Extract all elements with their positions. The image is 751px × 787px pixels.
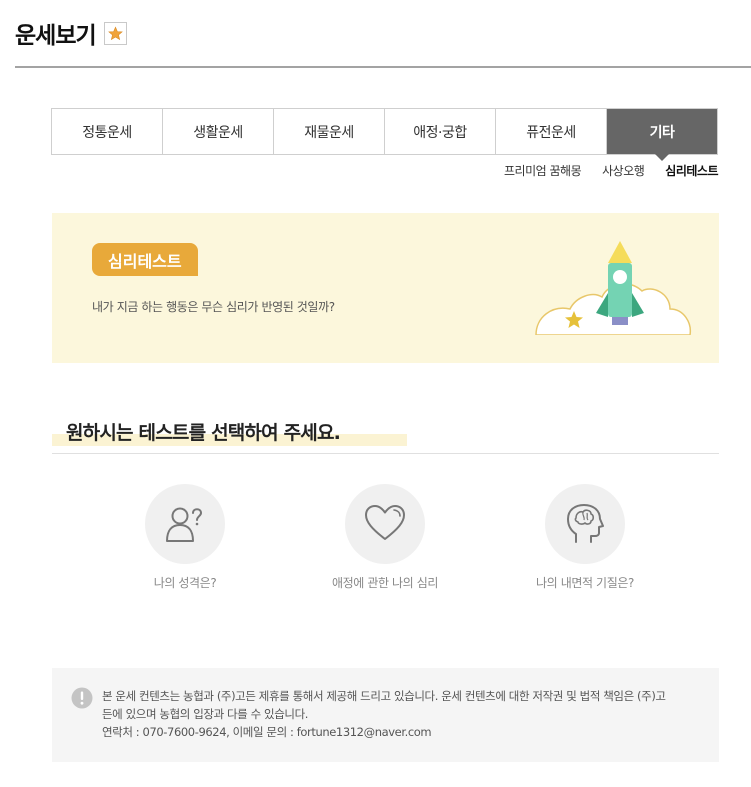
rocket-icon bbox=[534, 241, 694, 337]
test-list: 나의 성격은? 애정에 관한 나의 심리 나의 내면적 기질은? bbox=[52, 484, 719, 594]
test-icon-circle bbox=[145, 484, 225, 564]
tab-fusion[interactable]: 퓨전운세 bbox=[496, 109, 607, 154]
notice-line: 든에 있으며 농협의 입장과 다를 수 있습니다. bbox=[102, 707, 309, 721]
section-title: 원하시는 테스트를 선택하여 주세요. bbox=[66, 422, 341, 444]
section-heading: 원하시는 테스트를 선택하여 주세요. bbox=[52, 418, 407, 446]
section-divider bbox=[52, 453, 719, 454]
head-brain-icon bbox=[567, 504, 604, 543]
test-label: 나의 성격은? bbox=[153, 576, 217, 590]
person-question-icon bbox=[166, 507, 203, 542]
banner-badge: 심리테스트 bbox=[92, 243, 198, 276]
main-tabs: 정통운세 생활운세 재물운세 애정·궁합 퓨전운세 기타 bbox=[51, 108, 718, 161]
exclamation-icon bbox=[71, 687, 93, 709]
tab-wealth[interactable]: 재물운세 bbox=[274, 109, 385, 154]
sub-tabs: 프리미엄 꿈해몽 사상오행 심리테스트 bbox=[504, 162, 718, 179]
subtab-four-elements[interactable]: 사상오행 bbox=[602, 162, 645, 179]
header-divider bbox=[15, 66, 751, 68]
test-inner-nature[interactable]: 나의 내면적 기질은? bbox=[485, 484, 685, 591]
test-personality[interactable]: 나의 성격은? bbox=[85, 484, 285, 591]
star-icon bbox=[107, 25, 123, 40]
page-header: 운세보기 bbox=[15, 16, 127, 50]
favorite-button[interactable] bbox=[103, 21, 127, 45]
tab-traditional[interactable]: 정통운세 bbox=[52, 109, 163, 154]
test-icon-circle bbox=[345, 484, 425, 564]
tab-lifestyle[interactable]: 생활운세 bbox=[163, 109, 274, 154]
banner-description: 내가 지금 하는 행동은 무슨 심리가 반영된 것일까? bbox=[92, 300, 335, 314]
test-icon-circle bbox=[545, 484, 625, 564]
banner: 심리테스트 내가 지금 하는 행동은 무슨 심리가 반영된 것일까? bbox=[52, 213, 719, 363]
tab-etc[interactable]: 기타 bbox=[607, 109, 717, 161]
subtab-psych-test[interactable]: 심리테스트 bbox=[665, 162, 718, 179]
heart-icon bbox=[365, 505, 405, 540]
test-label: 애정에 관한 나의 심리 bbox=[331, 576, 438, 590]
notice-line: 본 운세 컨텐츠는 농협과 (주)고든 제휴를 통해서 제공해 드리고 있습니다… bbox=[102, 689, 666, 703]
test-label: 나의 내면적 기질은? bbox=[536, 576, 634, 590]
page-title: 운세보기 bbox=[15, 23, 97, 49]
test-love[interactable]: 애정에 관한 나의 심리 bbox=[285, 484, 485, 591]
notice-contact: 연락처 : 070-7600-9624, 이메일 문의 : fortune131… bbox=[102, 725, 432, 739]
tab-love-compatibility[interactable]: 애정·궁합 bbox=[385, 109, 496, 154]
notice-box: 본 운세 컨텐츠는 농협과 (주)고든 제휴를 통해서 제공해 드리고 있습니다… bbox=[52, 668, 719, 762]
notice-text: 본 운세 컨텐츠는 농협과 (주)고든 제휴를 통해서 제공해 드리고 있습니다… bbox=[102, 687, 702, 741]
subtab-premium-dream[interactable]: 프리미엄 꿈해몽 bbox=[504, 162, 582, 179]
